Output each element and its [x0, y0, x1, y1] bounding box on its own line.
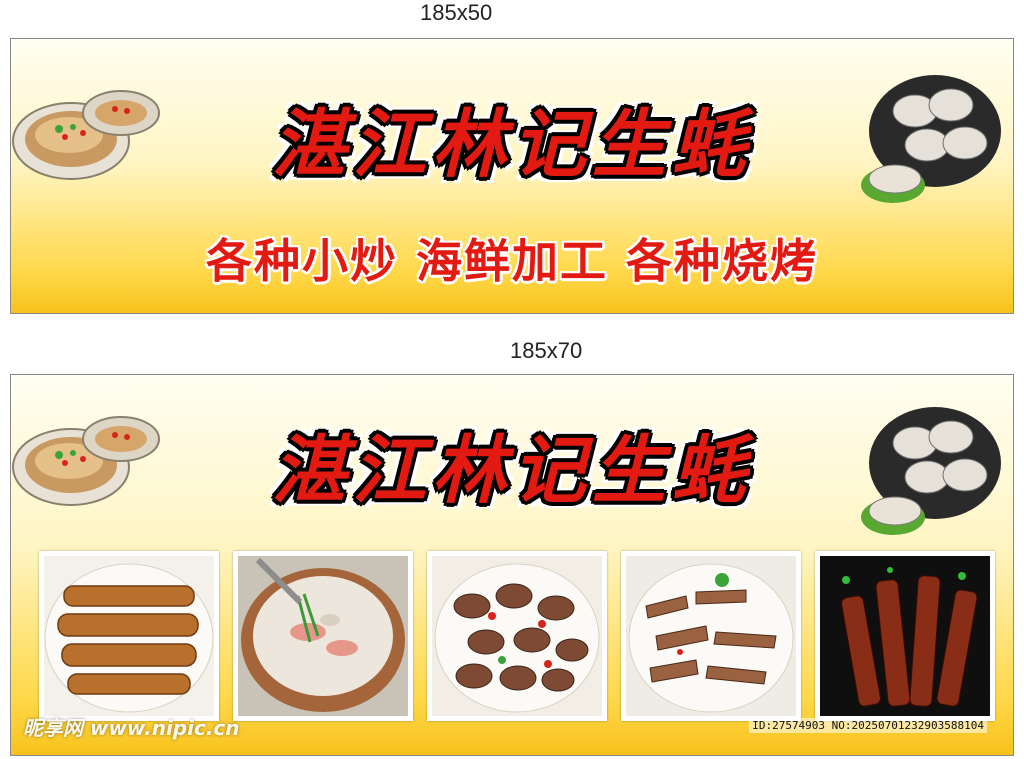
spicy-snails-photo	[621, 551, 801, 721]
size-label-top: 185x50	[420, 0, 493, 25]
watermark-right: ID:27574903 NO:20250701232903588104	[749, 718, 987, 733]
stir-fried-clams-photo	[427, 551, 607, 721]
banner-185x70: 湛江林记生蚝 昵享网 www.nipic.cn ID:27574903 NO:2…	[10, 374, 1014, 756]
watermark-left: 昵享网 www.nipic.cn	[23, 716, 240, 740]
mantis-shrimp-photo	[39, 551, 219, 721]
oyster-plate-icon	[861, 75, 1001, 203]
seafood-porridge-photo	[233, 551, 413, 721]
oyster-plate-icon	[861, 407, 1001, 535]
banner-subtitle: 各种小炒 海鲜加工 各种烧烤	[205, 234, 819, 288]
bbq-skewers-photo	[815, 551, 995, 721]
banner-185x50: 湛江林记生蚝 各种小炒 海鲜加工 各种烧烤	[10, 38, 1014, 314]
size-label-bottom: 185x70	[510, 338, 583, 363]
